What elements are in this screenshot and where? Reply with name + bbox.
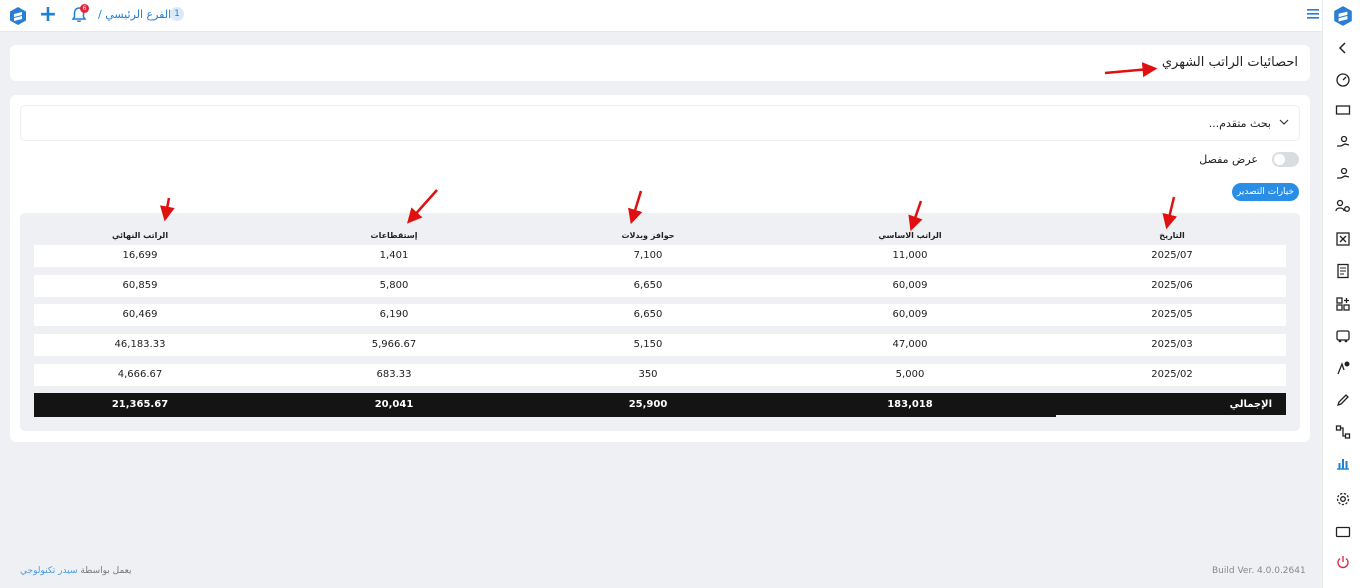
- export-options-button[interactable]: خيارات التصدير: [1232, 183, 1299, 201]
- cell-deductions: 5,966.67: [371, 339, 417, 350]
- settings-gear-icon[interactable]: [1335, 491, 1351, 507]
- header-final-salary: الراتب النهائي: [111, 231, 169, 240]
- users-settings-icon[interactable]: [1335, 198, 1351, 214]
- table-row: 2025/06 60,009 6,650 5,800 60,859: [34, 275, 1286, 297]
- total-allowances: 25,900: [628, 399, 668, 410]
- total-deductions: 20,041: [374, 399, 414, 410]
- app-logo-icon[interactable]: [8, 6, 28, 26]
- cell-final: 4,666.67: [117, 369, 163, 380]
- cell-date: 2025/05: [1151, 309, 1193, 320]
- cell-allowances: 350: [638, 369, 658, 380]
- table-row: 2025/07 11,000 7,100 1,401 16,699: [34, 245, 1286, 267]
- total-final: 21,365.67: [111, 399, 169, 410]
- table-row: 2025/05 60,009 6,650 6,190 60,469: [34, 304, 1286, 326]
- add-icon[interactable]: +: [38, 4, 58, 26]
- cell-allowances: 5,150: [633, 339, 663, 350]
- collapse-chevron-icon[interactable]: [1335, 40, 1351, 56]
- cell-date: 2025/06: [1151, 280, 1193, 291]
- workflow-icon[interactable]: [1335, 424, 1351, 440]
- advanced-search-panel[interactable]: بحث متقدم...: [20, 105, 1300, 141]
- page-title: احصائيات الراتب الشهري: [1161, 55, 1298, 70]
- cell-final: 16,699: [122, 250, 158, 261]
- menu-icon[interactable]: [1307, 9, 1319, 19]
- detailed-view-toggle[interactable]: [1272, 152, 1299, 167]
- footer-credit: يعمل بواسطة سيدر تكنولوجي: [20, 566, 132, 576]
- toggle-knob: [1274, 154, 1285, 165]
- total-basic: 183,018: [887, 399, 933, 410]
- total-row: الإجمالي 183,018 25,900 20,041 21,365.67: [34, 393, 1286, 419]
- window-icon[interactable]: [1335, 524, 1351, 540]
- branch-breadcrumb[interactable]: الفرع الرئيسي /: [98, 8, 171, 21]
- total-divider: [1056, 415, 1286, 419]
- salary-table: التاريخ الراتب الاساسي حوافز وبدلات إستق…: [20, 213, 1300, 431]
- chevron-down-icon[interactable]: [1279, 118, 1289, 126]
- apps-plus-icon[interactable]: [1335, 296, 1351, 312]
- cell-allowances: 6,650: [633, 309, 663, 320]
- cell-deductions: 683.33: [376, 369, 412, 380]
- cell-deductions: 5,800: [379, 280, 409, 291]
- cell-final: 60,859: [122, 280, 158, 291]
- build-version: Build Ver. 4.0.0.2641: [1212, 566, 1306, 576]
- cell-basic: 47,000: [892, 339, 928, 350]
- salary-hand-icon[interactable]: [1335, 134, 1351, 150]
- top-bar: + 6 الفرع الرئيسي / 1: [0, 0, 1322, 32]
- reports-chart-icon[interactable]: [1335, 455, 1351, 471]
- footer-brand-link[interactable]: سيدر تكنولوجي: [20, 566, 78, 576]
- advanced-search-label: بحث متقدم...: [1208, 117, 1271, 130]
- cell-final: 46,183.33: [114, 339, 166, 350]
- notification-badge: 6: [80, 4, 89, 13]
- title-card: احصائيات الراتب الشهري: [10, 45, 1310, 81]
- cell-date: 2025/03: [1151, 339, 1193, 350]
- sidebar-logo-icon[interactable]: [1332, 5, 1354, 27]
- dashboard-gauge-icon[interactable]: [1335, 71, 1351, 87]
- cell-allowances: 7,100: [633, 250, 663, 261]
- cell-final: 60,469: [122, 309, 158, 320]
- approval-icon[interactable]: [1335, 360, 1351, 376]
- sidebar: [1322, 0, 1363, 588]
- cell-date: 2025/02: [1151, 369, 1193, 380]
- detailed-view-label: عرض مفصل: [1199, 153, 1258, 166]
- pen-icon[interactable]: [1335, 392, 1351, 408]
- cell-basic: 11,000: [892, 250, 928, 261]
- payment-hand-icon[interactable]: [1335, 166, 1351, 182]
- logout-power-icon[interactable]: [1335, 554, 1351, 570]
- header-allowances: حوافز وبدلات: [621, 231, 675, 240]
- header-basic-salary: الراتب الاساسي: [878, 231, 942, 240]
- branch-number-badge: 1: [170, 7, 184, 21]
- cell-allowances: 6,650: [633, 280, 663, 291]
- ticket-icon[interactable]: [1335, 102, 1351, 118]
- cell-basic: 60,009: [892, 280, 928, 291]
- table-row: 2025/02 5,000 350 683.33 4,666.67: [34, 364, 1286, 386]
- table-row: 2025/03 47,000 5,150 5,966.67 46,183.33: [34, 334, 1286, 356]
- vehicle-icon[interactable]: [1335, 328, 1351, 344]
- cell-basic: 5,000: [895, 369, 925, 380]
- cell-basic: 60,009: [892, 309, 928, 320]
- total-label: الإجمالي: [1229, 399, 1272, 410]
- cell-date: 2025/07: [1151, 250, 1193, 261]
- footer-powered-by: يعمل بواسطة: [80, 566, 132, 576]
- cell-deductions: 6,190: [379, 309, 409, 320]
- header-date: التاريخ: [1159, 231, 1185, 240]
- main-card: بحث متقدم... عرض مفصل خيارات التصدير الت…: [10, 95, 1310, 442]
- cancel-box-icon[interactable]: [1335, 231, 1351, 247]
- document-icon[interactable]: [1335, 263, 1351, 279]
- cell-deductions: 1,401: [379, 250, 409, 261]
- header-deductions: إستقطاعات: [370, 231, 418, 240]
